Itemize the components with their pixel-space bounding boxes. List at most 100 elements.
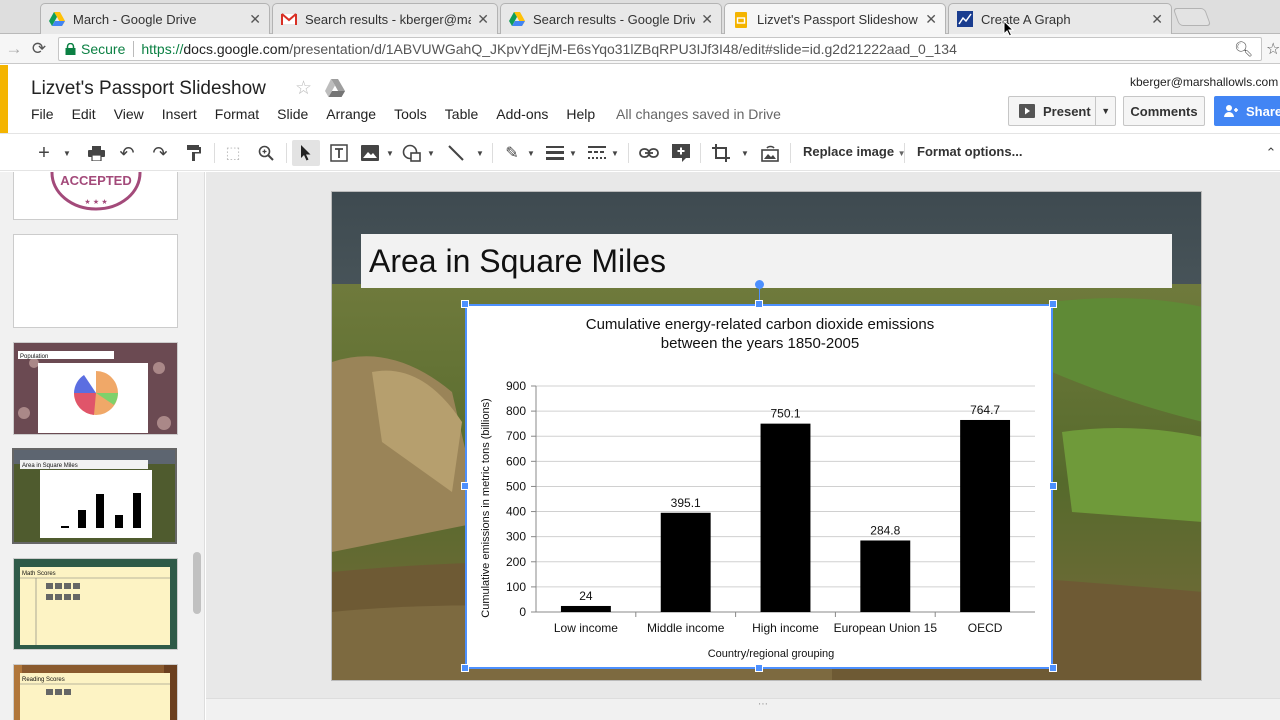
chevron-down-icon[interactable]: ▼ xyxy=(426,140,436,166)
thumb-title: Math Scores xyxy=(22,571,56,577)
close-icon[interactable]: ✕ xyxy=(249,11,261,28)
resize-handle-sw[interactable] xyxy=(461,664,469,672)
browser-tab-march-drive[interactable]: March - Google Drive ✕ xyxy=(40,3,270,34)
chevron-down-icon[interactable]: ▼ xyxy=(740,140,750,166)
line-icon[interactable] xyxy=(444,140,468,166)
chart-image[interactable]: Cumulative energy-related carbon dioxide… xyxy=(465,304,1053,669)
browser-tab-search-drive[interactable]: Search results - Google Drive ✕ xyxy=(500,3,722,34)
slide-title-box[interactable]: Area in Square Miles xyxy=(361,234,1172,288)
chevron-down-icon[interactable]: ▼ xyxy=(526,140,536,166)
drag-handle-icon[interactable]: ⋯ xyxy=(758,699,768,710)
format-options-button[interactable]: Format options... xyxy=(917,144,1022,159)
menu-edit[interactable]: Edit xyxy=(72,106,96,122)
shape-icon[interactable] xyxy=(400,140,424,166)
slide-thumb-5[interactable]: Math Scores xyxy=(13,558,178,650)
divider xyxy=(790,143,791,163)
rotation-handle[interactable] xyxy=(755,280,764,289)
url-path: /presentation/d/1ABVUWGahQ_JKpvYdEjM-E6s… xyxy=(289,41,957,57)
undo-icon[interactable]: ↶ xyxy=(115,140,139,166)
line-weight-icon[interactable] xyxy=(544,140,566,166)
resize-handle-s[interactable] xyxy=(755,664,763,672)
browser-tab-slideshow[interactable]: Lizvet's Passport Slideshow - G ✕ xyxy=(724,3,946,35)
math-scores-thumbnail: Math Scores xyxy=(14,559,177,649)
slide-thumb-4[interactable]: Area in Square Miles xyxy=(12,448,177,544)
menu-arrange[interactable]: Arrange xyxy=(326,106,376,122)
share-button[interactable]: Share xyxy=(1214,96,1280,126)
divider xyxy=(904,143,905,163)
slide-thumb-6[interactable]: Reading Scores xyxy=(13,664,178,720)
reset-image-icon[interactable] xyxy=(758,140,782,166)
slide-title[interactable]: Area in Square Miles xyxy=(369,243,666,280)
resize-handle-se[interactable] xyxy=(1049,664,1057,672)
present-main[interactable]: Present xyxy=(1009,104,1095,119)
text-box-icon[interactable] xyxy=(327,140,351,166)
secure-indicator[interactable]: Secure xyxy=(65,41,125,57)
chevron-down-icon[interactable]: ▼ xyxy=(1095,97,1115,125)
crop-icon[interactable] xyxy=(709,140,733,166)
divider xyxy=(700,143,701,163)
forward-icon[interactable]: → xyxy=(2,37,26,61)
slide-thumb-2[interactable] xyxy=(13,234,178,328)
slide-filmstrip[interactable]: ACCEPTED ★ ★ ★ Population Area in Square… xyxy=(0,172,205,720)
document-title[interactable]: Lizvet's Passport Slideshow xyxy=(31,78,266,100)
menu-slide[interactable]: Slide xyxy=(277,106,308,122)
pen-icon[interactable]: ✎ xyxy=(500,140,524,166)
link-icon[interactable] xyxy=(637,140,661,166)
menu-table[interactable]: Table xyxy=(445,106,478,122)
menu-file[interactable]: File xyxy=(31,106,54,122)
close-icon[interactable]: ✕ xyxy=(701,11,713,28)
slide-thumb-3[interactable]: Population xyxy=(13,342,178,435)
browser-tab-gmail[interactable]: Search results - kberger@mars ✕ xyxy=(272,3,498,34)
drive-folder-icon[interactable] xyxy=(325,79,345,102)
replace-image-button[interactable]: Replace image ▼ xyxy=(803,144,906,159)
comments-button[interactable]: Comments xyxy=(1123,96,1205,126)
bar-chart: Cumulative energy-related carbon dioxide… xyxy=(480,316,1035,660)
present-button[interactable]: Present ▼ xyxy=(1008,96,1116,126)
chevron-down-icon[interactable]: ▼ xyxy=(568,140,578,166)
y-tick-label: 900 xyxy=(506,379,526,393)
filmstrip-scrollbar[interactable] xyxy=(193,552,201,614)
chevron-down-icon[interactable]: ▼ xyxy=(385,140,395,166)
bookmark-star-icon[interactable]: ☆ xyxy=(1266,39,1280,59)
close-icon[interactable]: ✕ xyxy=(1151,11,1163,28)
speaker-notes-divider[interactable]: ⋯ xyxy=(206,698,1280,720)
menu-format[interactable]: Format xyxy=(215,106,259,122)
menu-view[interactable]: View xyxy=(114,106,144,122)
star-icon[interactable]: ☆ xyxy=(295,77,312,100)
collapse-toolbar-icon[interactable]: ⌃ xyxy=(1262,140,1280,166)
save-status[interactable]: All changes saved in Drive xyxy=(616,106,781,122)
resize-handle-ne[interactable] xyxy=(1049,300,1057,308)
zoom-icon[interactable]: 🔍︎ xyxy=(1234,40,1253,58)
menu-tools[interactable]: Tools xyxy=(394,106,427,122)
url-input[interactable]: Secure https://docs.google.com/presentat… xyxy=(58,37,1262,61)
menu-add-ons[interactable]: Add-ons xyxy=(496,106,548,122)
menu-help[interactable]: Help xyxy=(566,106,595,122)
close-icon[interactable]: ✕ xyxy=(925,11,937,28)
select-layout-icon[interactable]: ⬚ xyxy=(222,140,244,166)
add-comment-icon[interactable] xyxy=(669,140,693,166)
user-email[interactable]: kberger@marshallowls.com xyxy=(1130,75,1278,89)
chevron-down-icon[interactable]: ▼ xyxy=(475,140,485,166)
chevron-down-icon[interactable]: ▼ xyxy=(610,140,620,166)
resize-handle-nw[interactable] xyxy=(461,300,469,308)
resize-handle-n[interactable] xyxy=(755,300,763,308)
menu-insert[interactable]: Insert xyxy=(162,106,197,122)
browser-tab-create-graph[interactable]: Create A Graph ✕ xyxy=(948,3,1172,34)
category-label: European Union 15 xyxy=(834,621,938,635)
reload-icon[interactable]: ⟳ xyxy=(27,37,51,61)
new-tab-button[interactable] xyxy=(1172,8,1212,26)
print-icon[interactable] xyxy=(84,140,108,166)
image-icon[interactable] xyxy=(358,140,382,166)
chevron-down-icon[interactable]: ▼ xyxy=(60,140,74,166)
new-slide-icon[interactable]: + xyxy=(34,140,54,166)
close-icon[interactable]: ✕ xyxy=(477,11,489,28)
resize-handle-w[interactable] xyxy=(461,482,469,490)
slide-thumb-1[interactable]: ACCEPTED ★ ★ ★ xyxy=(13,172,178,220)
resize-handle-e[interactable] xyxy=(1049,482,1057,490)
redo-icon[interactable]: ↷ xyxy=(148,140,172,166)
paint-format-icon[interactable] xyxy=(182,140,206,166)
line-dash-icon[interactable] xyxy=(586,140,608,166)
zoom-icon[interactable] xyxy=(254,140,278,166)
select-cursor-icon[interactable] xyxy=(292,140,320,166)
population-thumbnail: Population xyxy=(14,343,177,434)
